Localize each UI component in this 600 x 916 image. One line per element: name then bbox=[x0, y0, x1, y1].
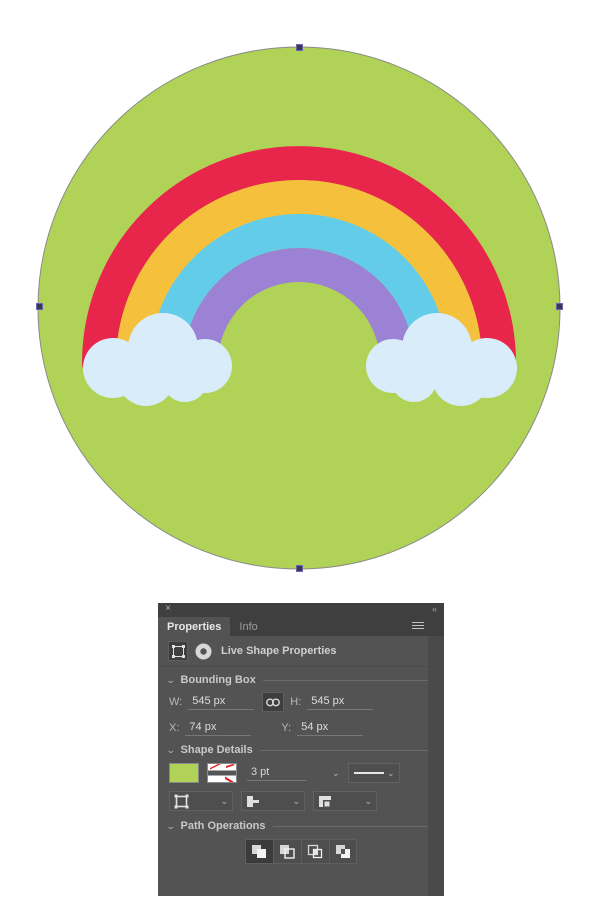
selection-handle-bottom[interactable] bbox=[296, 565, 303, 572]
x-y-row: X: Y: bbox=[158, 715, 444, 741]
section-label-bounding-box: Bounding Box bbox=[180, 674, 256, 686]
stroke-align-icon bbox=[174, 794, 189, 808]
chevron-down-icon[interactable]: ⌄ bbox=[387, 768, 395, 779]
stroke-corner-dropdown[interactable]: ⌄ bbox=[313, 791, 377, 811]
exclude-shapes-icon bbox=[335, 845, 350, 858]
y-input[interactable] bbox=[297, 720, 364, 736]
stroke-align-dropdown[interactable]: ⌄ bbox=[169, 791, 233, 811]
live-shape-icon bbox=[168, 641, 188, 661]
width-height-row: W: H: bbox=[158, 689, 444, 715]
panel-header: Live Shape Properties bbox=[158, 636, 444, 666]
unite-shapes-icon bbox=[252, 845, 266, 858]
subtract-shapes-icon bbox=[280, 845, 295, 859]
stroke-width-input[interactable] bbox=[247, 765, 306, 781]
fill-stroke-row: ⌄ ⌄ bbox=[158, 759, 444, 787]
section-rule bbox=[259, 749, 432, 751]
stroke-cap-dropdown[interactable]: ⌄ bbox=[241, 791, 305, 811]
tab-properties[interactable]: Properties bbox=[158, 617, 231, 636]
panel-header-title: Live Shape Properties bbox=[221, 645, 337, 657]
selection-handle-top[interactable] bbox=[296, 44, 303, 51]
collapse-panel-icon[interactable]: « bbox=[432, 604, 437, 615]
panel-titlebar: × « bbox=[158, 603, 444, 617]
fill-color-swatch[interactable] bbox=[169, 763, 199, 783]
chevron-down-icon[interactable]: ⌄ bbox=[292, 796, 300, 807]
combine-shapes-button[interactable] bbox=[245, 839, 273, 864]
panel-tab-bar: Properties Info bbox=[158, 617, 444, 636]
x-label: X: bbox=[169, 722, 180, 734]
subtract-front-shape-button[interactable] bbox=[273, 839, 301, 864]
section-path-operations-header[interactable]: ⌄ Path Operations bbox=[158, 817, 444, 835]
chevron-down-icon[interactable]: ⌄ bbox=[364, 796, 372, 807]
solid-line-icon bbox=[353, 772, 384, 774]
intersect-shapes-icon bbox=[307, 844, 323, 859]
x-input[interactable] bbox=[185, 720, 252, 736]
section-shape-details-header[interactable]: ⌄ Shape Details bbox=[158, 741, 444, 759]
ellipse-shape-icon bbox=[193, 641, 213, 661]
chevron-down-icon[interactable]: ⌄ bbox=[166, 675, 176, 686]
chevron-down-icon[interactable]: ⌄ bbox=[220, 796, 228, 807]
height-label: H: bbox=[290, 696, 302, 708]
canvas-area[interactable] bbox=[0, 0, 600, 590]
stroke-corner-icon bbox=[319, 795, 331, 807]
selection-handle-right[interactable] bbox=[556, 303, 563, 310]
stroke-style-dropdown[interactable]: ⌄ bbox=[347, 763, 400, 783]
width-input[interactable] bbox=[188, 694, 255, 710]
properties-panel: × « Properties Info Live Shape Propertie… bbox=[158, 603, 444, 896]
chevron-down-icon[interactable]: ⌄ bbox=[166, 821, 176, 832]
width-label: W: bbox=[169, 696, 183, 708]
section-rule bbox=[272, 825, 432, 827]
header-divider bbox=[158, 666, 444, 667]
stroke-none-swatch[interactable] bbox=[207, 763, 237, 783]
intersect-shape-areas-button[interactable] bbox=[301, 839, 329, 864]
section-rule bbox=[262, 679, 432, 681]
chevron-down-icon[interactable]: ⌄ bbox=[166, 745, 176, 756]
rainbow-artwork[interactable] bbox=[0, 0, 600, 590]
link-chain-icon[interactable] bbox=[262, 692, 285, 712]
panel-right-strip bbox=[428, 603, 444, 896]
y-label: Y: bbox=[281, 722, 292, 734]
exclude-overlapping-shapes-button[interactable] bbox=[329, 839, 357, 864]
section-label-path-operations: Path Operations bbox=[180, 820, 266, 832]
path-operations-buttons bbox=[158, 835, 444, 864]
chevron-down-icon[interactable]: ⌄ bbox=[332, 768, 340, 779]
selection-handle-left[interactable] bbox=[36, 303, 43, 310]
height-input[interactable] bbox=[307, 694, 374, 710]
stroke-options-row: ⌄ ⌄ ⌄ bbox=[158, 787, 444, 815]
section-label-shape-details: Shape Details bbox=[180, 744, 253, 756]
close-icon[interactable]: × bbox=[163, 604, 173, 614]
stroke-cap-icon bbox=[247, 795, 259, 807]
hamburger-menu-icon[interactable] bbox=[412, 622, 424, 631]
tab-info[interactable]: Info bbox=[230, 617, 266, 636]
section-bounding-box-header[interactable]: ⌄ Bounding Box bbox=[158, 671, 444, 689]
